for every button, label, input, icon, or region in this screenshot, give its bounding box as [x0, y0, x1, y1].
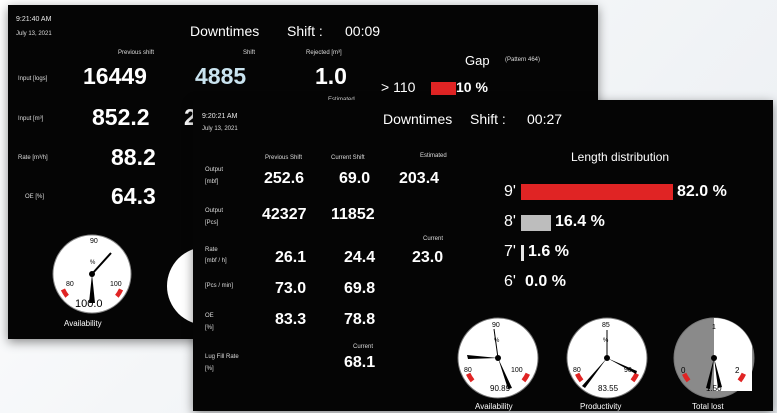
total-lost-gauge-label: Total lost — [692, 402, 724, 411]
gauge-tick: 100 — [511, 367, 523, 374]
gauge-tick: 2 — [735, 366, 740, 375]
length-pct: 16.4 % — [555, 213, 605, 230]
front-row-unit: [%] — [205, 366, 214, 372]
back-rejected-value: 1.0 — [315, 63, 347, 89]
front-col-current3: Current — [353, 344, 374, 350]
front-col-previous: Previous Shift — [265, 155, 303, 161]
length-pct: 1.6 % — [528, 243, 569, 260]
back-row-label: Input [m³] — [18, 116, 44, 122]
front-rate-mbf-cur: 24.4 — [344, 249, 376, 266]
front-col-current: Current Shift — [331, 155, 365, 161]
length-distribution-title: Length distribution — [571, 150, 670, 164]
total-lost-gauge-value: 1.50 — [706, 384, 722, 393]
length-label: 7' — [504, 243, 516, 260]
gauge-tick: 1 — [712, 324, 716, 331]
front-output-mbf-cur: 69.0 — [339, 170, 371, 187]
front-time: 9:20:21 AM — [202, 113, 238, 120]
gauge-tick: 80 — [573, 367, 581, 374]
front-date: July 13, 2021 — [202, 126, 238, 132]
back-gauge-tick: 80 — [66, 281, 74, 288]
front-oe-prev: 83.3 — [275, 311, 307, 328]
back-rate-prev: 88.2 — [111, 144, 156, 170]
front-output-mbf-est: 203.4 — [399, 170, 440, 187]
availability-gauge-label: Availability — [475, 402, 513, 411]
back-gauge-tick: 90 — [90, 238, 98, 245]
front-row-unit: [%] — [205, 325, 214, 331]
back-row-label: Input [logs] — [18, 76, 48, 82]
length-bar — [521, 184, 673, 200]
back-col-previous: Previous shift — [118, 50, 155, 56]
productivity-gauge-label: Productivity — [580, 402, 622, 411]
back-gauge-value: 100.0 — [75, 298, 103, 310]
front-output-mbf-prev: 252.6 — [264, 170, 305, 187]
length-bar-track — [521, 215, 706, 231]
length-label: 8' — [504, 213, 516, 230]
front-rate-mbf-current: 23.0 — [412, 249, 444, 266]
back-oe-prev: 64.3 — [111, 183, 156, 209]
gauge-unit: % — [494, 338, 500, 344]
front-rate-mbf-prev: 26.1 — [275, 249, 307, 266]
front-row-label: Rate — [205, 247, 218, 253]
front-row-unit: [Pcs] — [205, 220, 219, 226]
gap-row-value: 10 % — [456, 79, 488, 95]
gap-bar — [431, 82, 456, 95]
front-shift-label: Shift : — [470, 111, 506, 127]
back-row-label: Rate [m³/h] — [18, 155, 48, 161]
front-row-label: Output — [205, 208, 224, 214]
length-pct: 0.0 % — [525, 273, 566, 290]
gap-bar-track — [431, 82, 571, 95]
back-gauge-tick: 100 — [110, 281, 122, 288]
back-shift-label: Shift : — [287, 23, 323, 39]
front-lug-fill-cur: 68.1 — [344, 354, 376, 371]
front-rate-pcs-prev: 73.0 — [275, 280, 307, 297]
length-pct: 82.0 % — [677, 183, 727, 200]
productivity-gauge-value: 83.55 — [598, 384, 619, 393]
front-row-unit: [mbf] — [205, 179, 219, 185]
gap-pattern: (Pattern 464) — [505, 57, 541, 63]
gap-title: Gap — [465, 53, 490, 68]
gauge-tick: 90 — [492, 322, 500, 329]
gauge-unit: % — [603, 338, 609, 344]
back-gauge-unit: % — [90, 260, 96, 266]
back-time: 9:21:40 AM — [16, 16, 52, 23]
back-gauge-label: Availability — [64, 319, 102, 328]
front-rate-pcs-cur: 69.8 — [344, 280, 376, 297]
back-col-rejected: Rejected [m³] — [306, 50, 342, 56]
gauge-tick: 90 — [624, 367, 632, 374]
back-input-m3-prev: 852.2 — [92, 104, 150, 130]
front-output-pcs-cur: 11852 — [331, 206, 375, 223]
availability-gauge-value: 90.89 — [490, 384, 511, 393]
back-input-logs-shift: 4885 — [195, 63, 247, 89]
back-downtimes-title: Downtimes — [190, 23, 260, 39]
front-row-label: Output — [205, 167, 224, 173]
front-col-current2: Current — [423, 236, 444, 242]
front-row-label: OE — [205, 313, 214, 319]
front-dashboard-panel: 9:20:21 AM July 13, 2021 Downtimes Shift… — [193, 100, 773, 411]
length-bar — [521, 245, 524, 261]
gauge-tick: 0 — [681, 366, 686, 375]
back-date: July 13, 2021 — [16, 31, 52, 37]
back-row-label: OE [%] — [25, 194, 45, 200]
front-shift-time: 00:27 — [527, 111, 563, 127]
front-col-estimated: Estimated — [420, 153, 447, 159]
length-label: 6' — [504, 273, 516, 290]
front-output-pcs-prev: 42327 — [262, 206, 307, 223]
length-label: 9' — [504, 183, 516, 200]
back-shift-time: 00:09 — [345, 23, 381, 39]
gap-row-label: > 110 — [381, 79, 416, 95]
back-col-shift: Shift — [243, 50, 256, 56]
length-bar — [521, 215, 551, 231]
front-row-label: [Pcs / min] — [205, 283, 234, 289]
gauge-tick: 85 — [602, 322, 610, 329]
front-row-unit: [mbf / h] — [205, 258, 227, 264]
back-input-logs-prev: 16449 — [83, 63, 147, 89]
front-row-label: Lug Fill Rate — [205, 354, 239, 360]
front-oe-cur: 78.8 — [344, 311, 376, 328]
front-downtimes-title: Downtimes — [383, 111, 453, 127]
gauge-tick: 80 — [464, 367, 472, 374]
